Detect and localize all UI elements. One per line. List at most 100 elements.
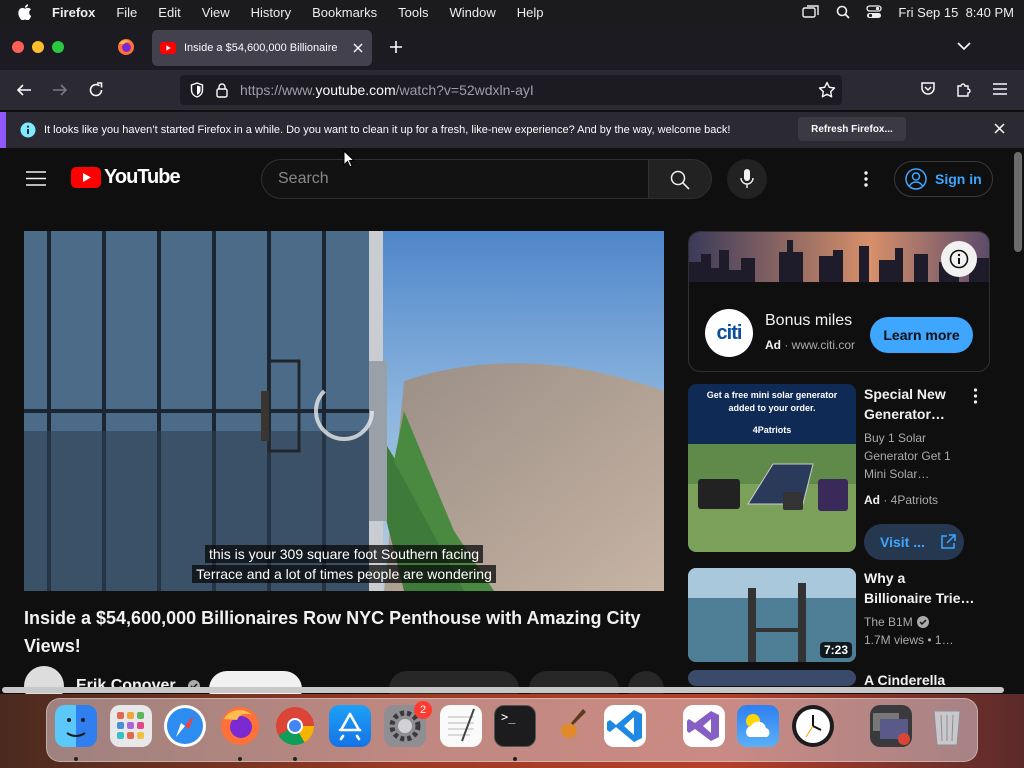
bookmark-star-icon[interactable] bbox=[818, 81, 836, 99]
window-close-button[interactable] bbox=[12, 41, 24, 53]
youtube-wordmark: YouTube bbox=[104, 166, 181, 188]
vertical-scrollbar-thumb[interactable] bbox=[1014, 152, 1022, 252]
finder-icon[interactable] bbox=[55, 705, 97, 747]
menu-file[interactable]: File bbox=[116, 5, 137, 20]
refresh-firefox-button[interactable]: Refresh Firefox... bbox=[798, 117, 906, 141]
ad-info-button[interactable] bbox=[941, 241, 977, 277]
caption-line-1: this is your 309 square foot Southern fa… bbox=[204, 545, 484, 563]
rec-2-channel[interactable]: The B1M bbox=[864, 613, 913, 631]
menu-history[interactable]: History bbox=[251, 5, 291, 20]
rec-2-thumbnail[interactable]: 7:23 bbox=[688, 568, 856, 662]
menu-bookmarks[interactable]: Bookmarks bbox=[312, 5, 377, 20]
youtube-logo[interactable]: YouTube bbox=[71, 166, 181, 189]
url-bar[interactable]: https://www.youtube.com/watch?v=52wdxln-… bbox=[180, 75, 842, 105]
pocket-icon[interactable] bbox=[920, 81, 936, 97]
solar-ad-text-2: added to your order. bbox=[728, 403, 816, 413]
menu-help[interactable]: Help bbox=[517, 5, 544, 20]
finder-running-dot bbox=[74, 757, 78, 761]
new-tab-icon[interactable] bbox=[389, 40, 403, 54]
visit-advertiser-button[interactable]: Visit ... bbox=[864, 524, 964, 560]
video-player[interactable]: this is your 309 square foot Southern fa… bbox=[24, 231, 664, 591]
screen-mirroring-icon[interactable] bbox=[802, 5, 820, 19]
menu-tools[interactable]: Tools bbox=[398, 5, 428, 20]
url-host: youtube.com bbox=[315, 82, 396, 98]
caption-line-2: Terrace and a lot of times people are wo… bbox=[192, 565, 496, 583]
settings-badge: 2 bbox=[414, 701, 432, 719]
lock-icon[interactable] bbox=[216, 82, 228, 98]
rec-1-advertiser: 4Patriots bbox=[890, 493, 939, 507]
tab-youtube[interactable]: Inside a $54,600,000 Billionaire bbox=[152, 30, 372, 66]
url-path: /watch?v=52wdxln-ayI bbox=[395, 82, 534, 98]
close-notification-icon[interactable] bbox=[994, 123, 1005, 134]
list-all-tabs-icon[interactable] bbox=[957, 42, 971, 51]
more-options-icon[interactable] bbox=[863, 171, 869, 187]
apple-icon[interactable] bbox=[18, 4, 32, 20]
safari-icon[interactable] bbox=[164, 705, 206, 747]
tab-title: Inside a $54,600,000 Billionaire bbox=[184, 42, 338, 54]
menu-edit[interactable]: Edit bbox=[158, 5, 180, 20]
close-tab-icon[interactable] bbox=[352, 42, 364, 54]
visit-label: Visit ... bbox=[880, 534, 925, 550]
menu-app-name[interactable]: Firefox bbox=[52, 5, 95, 20]
voice-search-button[interactable] bbox=[727, 159, 767, 199]
chrome-icon[interactable] bbox=[274, 705, 316, 747]
rec-1-title-line-2[interactable]: Generator… bbox=[864, 404, 984, 424]
rec-1-more-icon[interactable] bbox=[973, 388, 978, 404]
terminal-running-dot bbox=[513, 757, 517, 761]
vscode-icon[interactable] bbox=[604, 705, 646, 747]
rec-2-title-line-2[interactable]: Billionaire Trie… bbox=[864, 588, 984, 608]
learn-more-button[interactable]: Learn more bbox=[870, 317, 973, 353]
weather-icon[interactable] bbox=[737, 705, 779, 747]
search-icon bbox=[670, 170, 690, 190]
citi-logo: citi bbox=[705, 309, 753, 357]
window-zoom-button[interactable] bbox=[52, 41, 64, 53]
url-prefix: https://www. bbox=[240, 82, 316, 98]
sign-in-button[interactable]: Sign in bbox=[894, 161, 993, 197]
search-input[interactable]: Search bbox=[261, 159, 649, 199]
rec-2-duration: 7:23 bbox=[819, 642, 852, 658]
firefox-dock-icon[interactable] bbox=[219, 705, 261, 747]
extensions-puzzle-icon[interactable] bbox=[956, 81, 972, 98]
app-menu-hamburger-icon[interactable] bbox=[993, 83, 1007, 95]
control-center-icon[interactable] bbox=[866, 5, 883, 19]
firefox-view-icon[interactable] bbox=[117, 38, 135, 56]
rec-2-verified-icon bbox=[916, 616, 929, 628]
menu-window[interactable]: Window bbox=[450, 5, 496, 20]
menubar-clock[interactable]: Fri Sep 15 8:40 PM bbox=[898, 5, 1014, 20]
reload-icon[interactable] bbox=[88, 82, 104, 98]
trash-icon[interactable] bbox=[926, 705, 968, 747]
solar-ad-thumbnail[interactable]: Get a free mini solar generator added to… bbox=[688, 384, 856, 552]
menu-view[interactable]: View bbox=[202, 5, 230, 20]
forward-arrow-icon[interactable] bbox=[52, 82, 68, 98]
clock-icon[interactable] bbox=[792, 705, 834, 747]
guide-menu-icon[interactable] bbox=[26, 171, 46, 186]
textedit-icon[interactable] bbox=[440, 705, 482, 747]
visual-studio-icon[interactable] bbox=[683, 705, 725, 747]
microphone-icon bbox=[740, 169, 754, 188]
horizontal-scrollbar[interactable] bbox=[0, 686, 1012, 694]
youtube-play-logo-icon bbox=[71, 167, 101, 188]
external-link-icon bbox=[941, 534, 956, 549]
spotlight-search-icon[interactable] bbox=[836, 5, 851, 19]
app-store-icon[interactable] bbox=[329, 705, 371, 747]
rec-1-desc-1: Buy 1 Solar bbox=[864, 431, 927, 445]
vertical-scrollbar[interactable] bbox=[1012, 150, 1024, 690]
rec-1-title-line-1[interactable]: Special New bbox=[864, 384, 984, 404]
launchpad-icon[interactable] bbox=[110, 705, 152, 747]
terminal-prompt-icon: >_ bbox=[501, 710, 516, 724]
window-minimize-button[interactable] bbox=[32, 41, 44, 53]
solar-ad-text-1: Get a free mini solar generator bbox=[706, 390, 838, 400]
tracking-protection-shield-icon[interactable] bbox=[190, 82, 204, 98]
rec-1-ad-label: Ad bbox=[864, 493, 880, 507]
search-button[interactable] bbox=[648, 159, 712, 199]
rec-3-title-line-1[interactable]: A Cinderella Story: bbox=[864, 670, 984, 686]
terminal-icon[interactable]: >_ bbox=[494, 705, 536, 747]
back-arrow-icon[interactable] bbox=[16, 82, 32, 98]
rec-2-title-line-1[interactable]: Why a bbox=[864, 568, 984, 588]
horizontal-scrollbar-thumb[interactable] bbox=[2, 687, 1004, 693]
rec-3-thumbnail[interactable] bbox=[688, 670, 856, 686]
system-settings-icon[interactable]: 2 bbox=[384, 701, 432, 747]
recent-windows-stack-icon[interactable] bbox=[870, 705, 912, 747]
firefox-running-dot bbox=[238, 757, 242, 761]
garageband-icon[interactable] bbox=[549, 705, 591, 747]
